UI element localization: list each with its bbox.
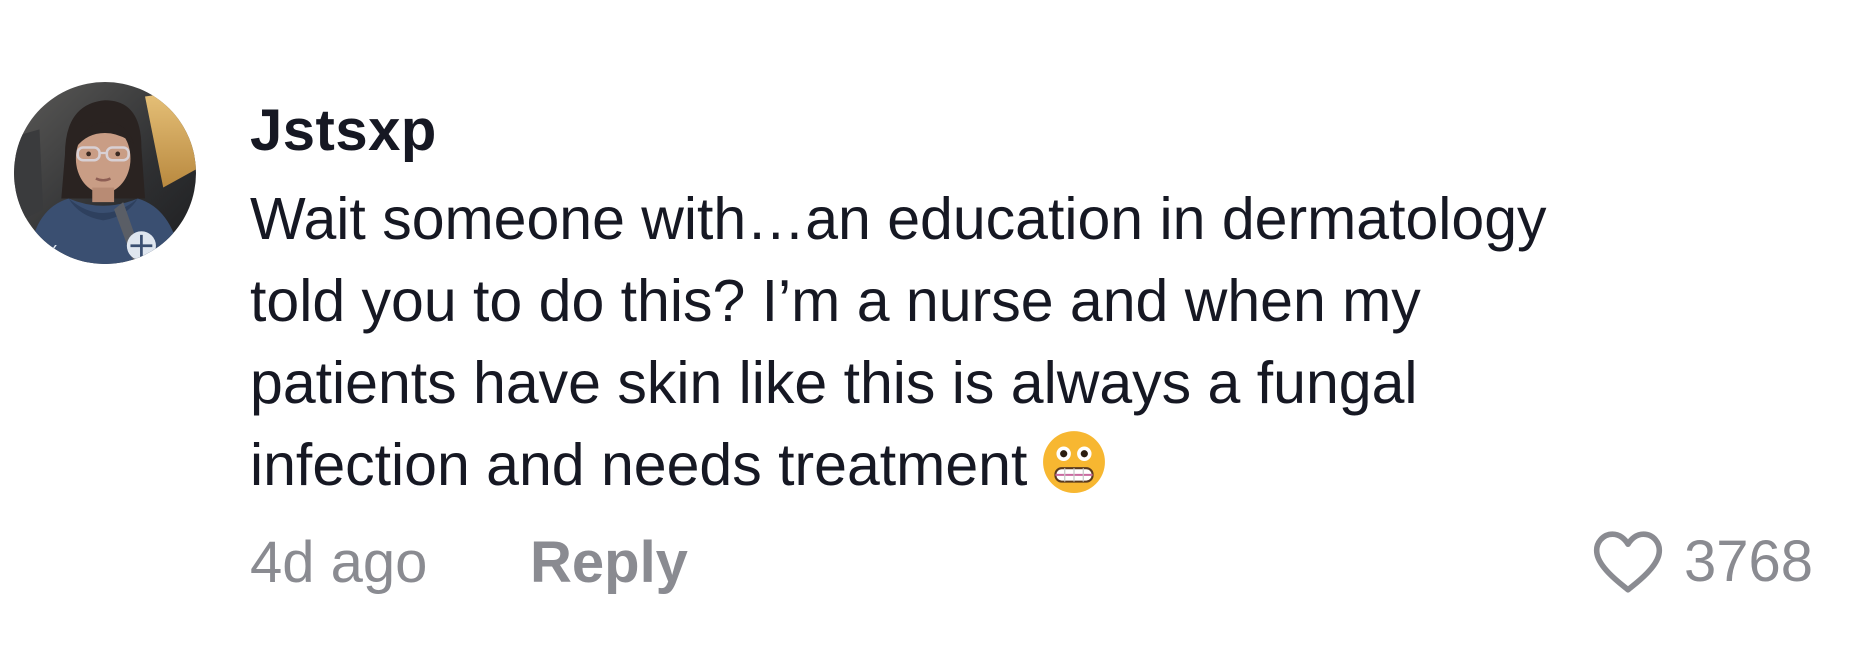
comment-text: Wait someone with…an education in dermat…: [250, 178, 1790, 506]
like-button[interactable]: 3768: [1590, 526, 1813, 598]
comment-text-line-last: infection and needs treatment: [250, 424, 1790, 506]
avatar[interactable]: Y: [14, 82, 196, 264]
comment-text-line: told you to do this? I’m a nurse and whe…: [250, 268, 1421, 334]
heart-outline-icon: [1593, 531, 1663, 593]
comment-text-line-content: infection and needs treatment: [250, 432, 1028, 498]
comment-text-line: patients have skin like this is always a…: [250, 350, 1418, 416]
comment-timestamp: 4d ago: [250, 530, 428, 595]
svg-text:Y: Y: [46, 242, 58, 261]
like-count: 3768: [1683, 529, 1813, 594]
reply-button[interactable]: Reply: [530, 528, 688, 598]
comment-text-line: Wait someone with…an education in dermat…: [250, 186, 1547, 252]
grimacing-face-icon: [1041, 429, 1107, 495]
comment-username[interactable]: Jstsxp: [250, 96, 437, 166]
